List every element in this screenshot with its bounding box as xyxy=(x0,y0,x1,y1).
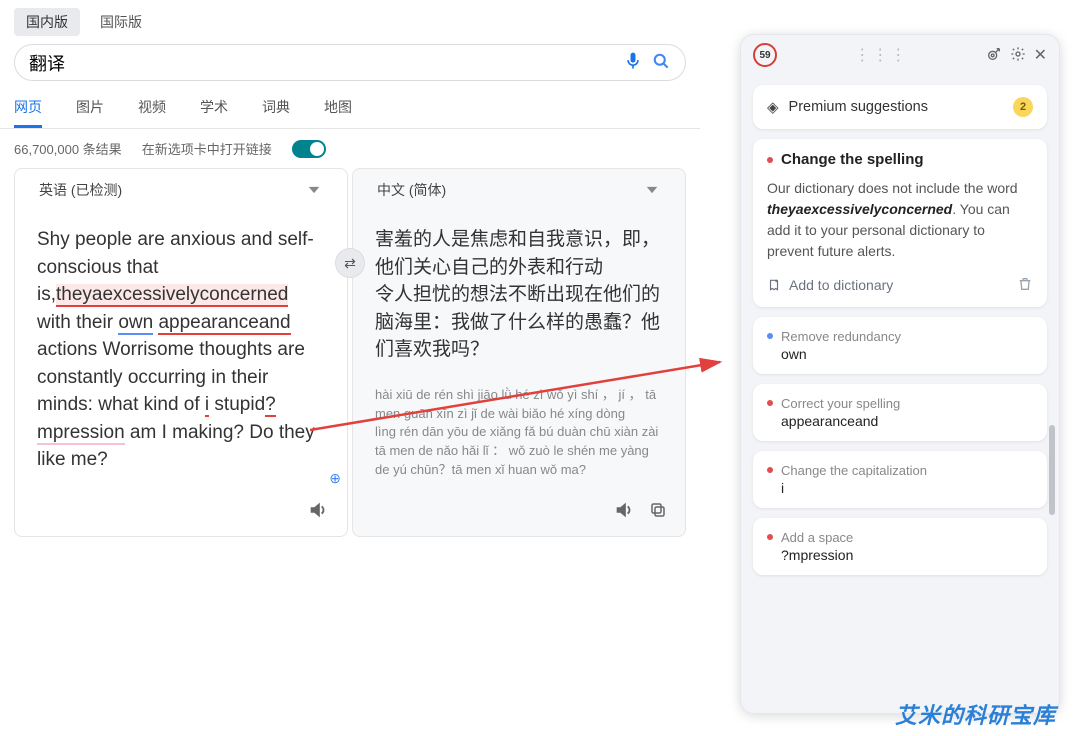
dot-red-icon xyxy=(767,467,773,473)
swap-languages-button[interactable]: ⇄ xyxy=(335,248,365,278)
nav-tabs: 网页 图片 视频 学术 词典 地图 xyxy=(0,85,700,129)
suggestion-card-capitalization[interactable]: Change the capitalization i xyxy=(753,451,1047,508)
target-lang-select[interactable]: 中文 (简体) ▼ xyxy=(353,169,685,210)
card-title: Change the spelling xyxy=(781,151,924,168)
trash-icon[interactable] xyxy=(1017,276,1033,295)
err-q[interactable]: ? xyxy=(265,394,276,417)
nav-scholar[interactable]: 学术 xyxy=(200,97,228,128)
panel-body: ◈ Premium suggestions 2 Change the spell… xyxy=(741,75,1059,713)
close-icon[interactable]: ✕ xyxy=(1034,45,1047,65)
source-speaker-icon[interactable] xyxy=(307,498,329,524)
dot-blue-icon xyxy=(767,333,773,339)
scrollbar[interactable] xyxy=(1049,145,1057,703)
suggestion-card-redundancy[interactable]: Remove redundancy own xyxy=(753,317,1047,374)
gear-icon[interactable] xyxy=(1010,46,1026,65)
suggestion-card-spelling[interactable]: Change the spelling Our dictionary does … xyxy=(753,139,1047,307)
version-tabs: 国内版 国际版 xyxy=(0,0,700,40)
nav-image[interactable]: 图片 xyxy=(76,97,104,128)
dot-red-icon xyxy=(767,534,773,540)
nav-web[interactable]: 网页 xyxy=(14,97,42,128)
nav-video[interactable]: 视频 xyxy=(138,97,166,128)
mic-icon[interactable] xyxy=(623,51,643,74)
nav-dict[interactable]: 词典 xyxy=(262,97,290,128)
source-text[interactable]: Shy people are anxious and self-consciou… xyxy=(15,210,347,490)
scroll-thumb[interactable] xyxy=(1049,425,1055,515)
dot-red-icon xyxy=(767,157,773,163)
copy-icon[interactable] xyxy=(649,500,667,521)
suggestion-card-spelling2[interactable]: Correct your spelling appearanceand xyxy=(753,384,1047,441)
results-row: 66,700,000 条结果 在新选项卡中打开链接 xyxy=(0,129,700,168)
goal-icon[interactable] xyxy=(986,46,1002,65)
add-to-dictionary-button[interactable]: Add to dictionary xyxy=(767,277,1007,293)
grammar-assistant-panel: 59 ⋮⋮⋮ ✕ ◈ Premium suggestions 2 Change … xyxy=(740,34,1060,714)
drag-handle-icon[interactable]: ⋮⋮⋮ xyxy=(785,45,978,65)
diamond-icon: ◈ xyxy=(767,98,779,116)
source-pane: 英语 (已检测) ▼ Shy people are anxious and se… xyxy=(14,168,348,537)
premium-label: Premium suggestions xyxy=(789,99,1003,115)
card-desc: Our dictionary does not include the word… xyxy=(767,178,1033,262)
err-appearanceand[interactable]: appearanceand xyxy=(158,312,290,335)
target-speaker-icon[interactable] xyxy=(613,498,635,524)
watermark-text: 艾米的科研宝库 xyxy=(895,698,1056,730)
target-lang-label: 中文 (简体) xyxy=(377,180,446,200)
premium-count-badge: 2 xyxy=(1013,97,1033,117)
suggestion-card-space[interactable]: Add a space ?mpression xyxy=(753,518,1047,575)
err-own[interactable]: own xyxy=(118,312,153,335)
tab-domestic[interactable]: 国内版 xyxy=(14,8,80,36)
chevron-down-icon: ▼ xyxy=(305,183,323,196)
target-pane: 中文 (简体) ▼ 害羞的人是焦虑和自我意识，即，他们关心自己的外表和行动 令人… xyxy=(352,168,686,537)
pinyin-text: hài xiū de rén shì jiāo lǜ hé zì wǒ yì s… xyxy=(353,380,685,490)
search-input[interactable] xyxy=(29,52,615,73)
newtab-label: 在新选项卡中打开链接 xyxy=(142,139,272,158)
plus-icon[interactable]: ⊕ xyxy=(329,468,341,488)
search-bar xyxy=(14,44,686,81)
target-text: 害羞的人是焦虑和自我意识，即，他们关心自己的外表和行动 令人担忧的想法不断出现在… xyxy=(353,210,685,380)
chevron-down-icon: ▼ xyxy=(643,183,661,196)
tab-international[interactable]: 国际版 xyxy=(88,8,154,36)
source-lang-label: 英语 (已检测) xyxy=(39,180,122,200)
score-badge[interactable]: 59 xyxy=(753,43,777,67)
premium-card[interactable]: ◈ Premium suggestions 2 xyxy=(753,85,1047,129)
panel-header: 59 ⋮⋮⋮ ✕ xyxy=(741,35,1059,75)
err-mpression[interactable]: mpression xyxy=(37,422,125,445)
nav-map[interactable]: 地图 xyxy=(324,97,352,128)
results-count: 66,700,000 条结果 xyxy=(14,139,122,158)
translate-widget: 英语 (已检测) ▼ Shy people are anxious and se… xyxy=(0,168,700,537)
search-icon[interactable] xyxy=(651,51,671,74)
dot-red-icon xyxy=(767,400,773,406)
source-lang-select[interactable]: 英语 (已检测) ▼ xyxy=(15,169,347,210)
err-word-1[interactable]: theyaexcessivelyconcerned xyxy=(56,284,288,307)
newtab-toggle[interactable] xyxy=(292,140,326,158)
